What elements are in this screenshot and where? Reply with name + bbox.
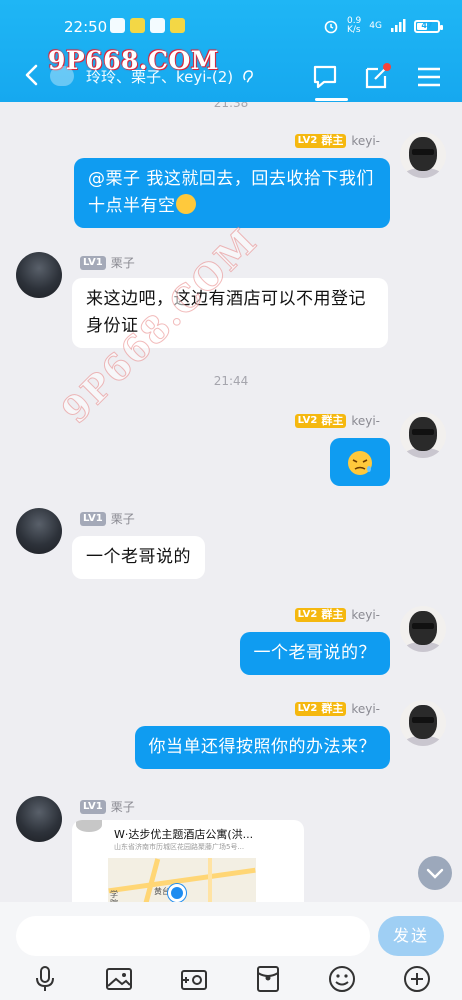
message-text: @栗子 我这就回去，回去收拾下我们十点半有空 bbox=[88, 169, 374, 216]
location-map: 黄台南路 学院 bbox=[108, 858, 256, 902]
sender-row: LV1 栗子 bbox=[80, 798, 135, 815]
avatar-lizi[interactable] bbox=[16, 252, 62, 298]
level-badge: LV1 bbox=[80, 255, 106, 270]
sender-name: keyi- bbox=[351, 134, 380, 148]
network-speed: 0.9 K/s bbox=[346, 16, 362, 35]
sender-row: LV2 群主 keyi- bbox=[294, 608, 380, 622]
map-road-label: 学院 bbox=[110, 890, 118, 902]
level-badge: LV2 群主 bbox=[294, 134, 347, 148]
yellow-app-icon bbox=[130, 18, 145, 33]
avatar-keyi[interactable] bbox=[400, 412, 446, 458]
message-input[interactable] bbox=[16, 916, 370, 956]
voice-button[interactable] bbox=[30, 964, 60, 994]
red-packet-button[interactable] bbox=[253, 964, 283, 994]
red-packet-icon bbox=[257, 966, 280, 992]
chat-bubble-icon bbox=[313, 65, 337, 89]
message-text: 一个老哥说的 bbox=[86, 547, 191, 567]
sender-name: 栗子 bbox=[110, 800, 135, 814]
group-title-text: 玲玲、栗子、keyi-(2) bbox=[86, 68, 234, 86]
message-bubble[interactable]: 一个老哥说的？ bbox=[239, 632, 390, 675]
toolbar bbox=[0, 964, 462, 994]
alarm-icon bbox=[324, 20, 338, 34]
menu-icon bbox=[418, 67, 440, 87]
notification-icons bbox=[110, 18, 185, 33]
more-button[interactable] bbox=[402, 964, 432, 994]
location-card[interactable]: W·达步优主题酒店公寓(洪... 山东省济南市历城区花园路聚藤广场5号... 黄… bbox=[72, 820, 304, 902]
microphone-icon bbox=[36, 966, 55, 991]
avatar-keyi[interactable] bbox=[400, 700, 446, 746]
avatar-lizi[interactable] bbox=[16, 796, 62, 842]
message-bubble[interactable]: 你当单还得按照你的办法来？ bbox=[134, 726, 390, 769]
chat-header: 22:50 0.9 K/s 4G 47 9P668.COM 玲玲、栗子、keyi… bbox=[0, 0, 462, 102]
nav-bar: 玲玲、栗子、keyi-(2) bbox=[0, 60, 462, 94]
signal-icon bbox=[391, 19, 406, 32]
sender-row: LV1 栗子 bbox=[80, 510, 135, 527]
camera-button[interactable] bbox=[179, 964, 209, 994]
network-type: 4G bbox=[369, 21, 382, 31]
sender-name: keyi- bbox=[351, 608, 380, 622]
active-tab-indicator bbox=[315, 98, 348, 101]
chat-button[interactable] bbox=[310, 62, 340, 92]
time-separator: 21:38 bbox=[213, 102, 249, 110]
image-icon bbox=[106, 968, 133, 990]
message-bubble[interactable]: @栗子 我这就回去，回去收拾下我们十点半有空 bbox=[74, 158, 390, 228]
back-arrow-icon bbox=[25, 64, 38, 86]
status-time: 22:50 bbox=[64, 18, 108, 36]
chevron-down-icon bbox=[426, 868, 444, 879]
level-badge: LV2 群主 bbox=[294, 702, 347, 716]
battery-text: 47 bbox=[421, 20, 433, 30]
map-pin-icon bbox=[168, 884, 186, 902]
orange-app-icon bbox=[170, 18, 185, 33]
avatar-lizi[interactable] bbox=[16, 508, 62, 554]
message-text: 你当单还得按照你的办法来？ bbox=[148, 737, 376, 757]
sender-row: LV2 群主 keyi- bbox=[294, 414, 380, 428]
sender-name: keyi- bbox=[351, 414, 380, 428]
input-bar: 发送 bbox=[0, 902, 462, 1000]
mini-avatar bbox=[76, 820, 102, 832]
status-right: 0.9 K/s 4G 47 bbox=[323, 16, 443, 35]
battery-icon: 47 bbox=[414, 19, 443, 33]
camera-icon bbox=[180, 970, 207, 990]
sender-name: 栗子 bbox=[110, 256, 135, 270]
blush-emoji-icon bbox=[175, 194, 196, 214]
sender-name: keyi- bbox=[351, 702, 380, 716]
level-badge: LV2 群主 bbox=[294, 414, 347, 428]
message-list[interactable]: 21:38 LV2 群主 keyi- @栗子 我这就回去，回去收拾下我们十点半有空… bbox=[0, 102, 462, 902]
tired-face-emoji bbox=[348, 451, 372, 475]
avatar-keyi[interactable] bbox=[400, 132, 446, 178]
image-button[interactable] bbox=[104, 964, 134, 994]
sender-row: LV2 群主 keyi- bbox=[294, 134, 380, 148]
location-address: 山东省济南市历城区花园路聚藤广场5号... bbox=[114, 843, 245, 851]
scroll-down-button[interactable] bbox=[418, 856, 452, 890]
level-badge: LV2 群主 bbox=[294, 608, 347, 622]
unread-badge bbox=[50, 66, 74, 86]
back-button[interactable] bbox=[22, 62, 46, 90]
edit-button[interactable] bbox=[362, 62, 392, 92]
nav-icons bbox=[310, 62, 444, 92]
sender-row: LV2 群主 keyi- bbox=[294, 702, 380, 716]
emoji-icon bbox=[329, 966, 356, 992]
send-button[interactable]: 发送 bbox=[378, 916, 444, 956]
status-bar: 22:50 0.9 K/s 4G 47 bbox=[0, 14, 462, 40]
location-preview: W·达步优主题酒店公寓(洪... 山东省济南市历城区花园路聚藤广场5号... 黄… bbox=[108, 824, 294, 902]
level-badge: LV1 bbox=[80, 511, 106, 526]
sender-name: 栗子 bbox=[110, 512, 135, 526]
message-bubble[interactable] bbox=[330, 438, 390, 486]
plus-icon bbox=[403, 966, 430, 992]
ear-icon bbox=[243, 70, 253, 83]
link-app-icon bbox=[150, 18, 165, 33]
group-title[interactable]: 玲玲、栗子、keyi-(2) bbox=[86, 66, 255, 87]
message-bubble[interactable]: 一个老哥说的 bbox=[72, 536, 205, 579]
edit-icon bbox=[365, 63, 391, 89]
menu-button[interactable] bbox=[414, 62, 444, 92]
emoji-button[interactable] bbox=[327, 964, 357, 994]
mail-app-icon bbox=[110, 18, 125, 33]
level-badge: LV1 bbox=[80, 799, 106, 814]
location-title: W·达步优主题酒店公寓(洪... bbox=[114, 828, 254, 841]
sender-row: LV1 栗子 bbox=[80, 254, 135, 271]
message-text: 一个老哥说的？ bbox=[253, 643, 376, 663]
avatar-keyi[interactable] bbox=[400, 606, 446, 652]
